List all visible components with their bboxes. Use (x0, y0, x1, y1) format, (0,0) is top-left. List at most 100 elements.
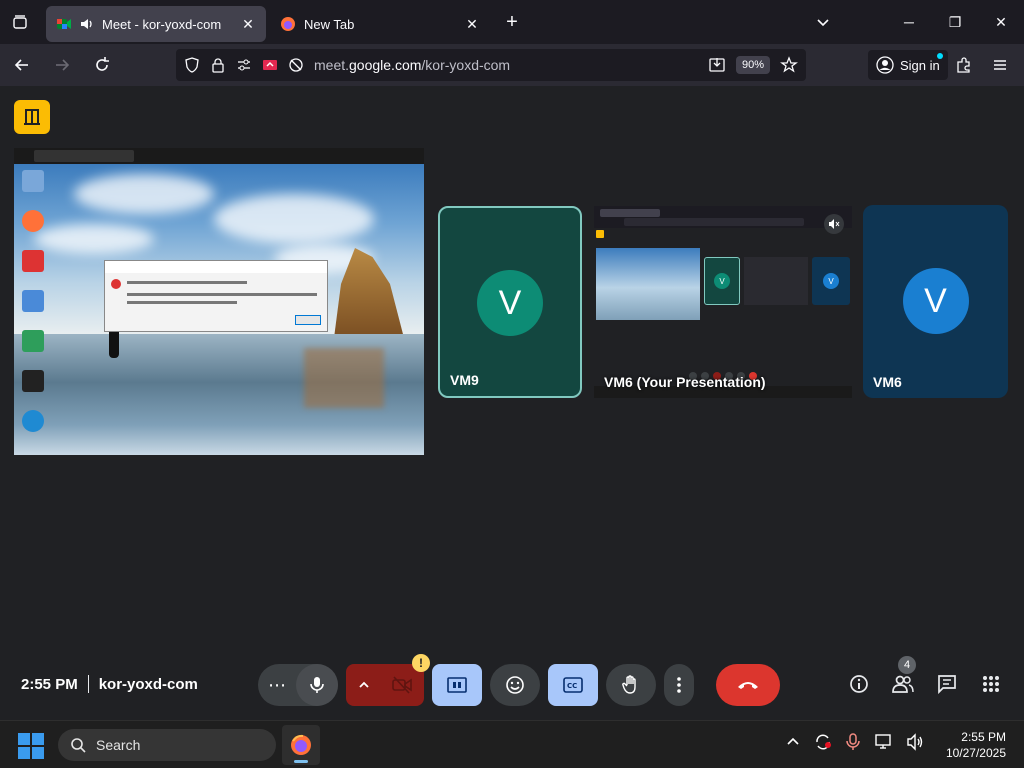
shared-search-box (34, 150, 134, 162)
audio-settings-more-icon[interactable]: ⋯ (258, 664, 296, 706)
screen-sharing-indicator-icon[interactable] (262, 57, 278, 73)
tabs-dropdown-chevron-icon[interactable] (808, 0, 838, 44)
close-window-icon[interactable]: ✕ (978, 0, 1024, 44)
network-icon[interactable] (874, 733, 892, 754)
system-tray (786, 733, 924, 754)
tab-title: New Tab (304, 16, 355, 32)
camera-control-group: ! (346, 654, 430, 706)
close-tab-icon[interactable]: ✕ (240, 16, 256, 32)
screen-share-tile[interactable] (14, 148, 424, 455)
microphone-in-use-icon[interactable] (846, 733, 860, 754)
present-now-button[interactable] (432, 664, 482, 706)
app-icon (22, 250, 44, 272)
url-bar[interactable]: meet.google.com/kor-yoxd-com 90% (176, 49, 806, 81)
shared-error-dialog (104, 260, 328, 332)
windows-taskbar: Search 2:55 PM 10/27/2025 (0, 720, 1024, 768)
taskbar-search-box[interactable]: Search (58, 729, 276, 761)
tracking-protection-shield-icon[interactable] (184, 57, 200, 73)
svg-text:CC: CC (567, 682, 577, 690)
wallpaper-runner (109, 328, 119, 358)
sign-in-button[interactable]: Sign in (868, 50, 948, 80)
hamburger-menu-icon[interactable] (984, 50, 1016, 80)
presentation-tile[interactable]: VM6 (Your Presentation) (594, 206, 852, 398)
recycle-bin-icon (22, 170, 44, 192)
participant-name: VM9 (450, 372, 479, 388)
dialog-ok-button (295, 315, 321, 325)
close-tab-icon[interactable]: ✕ (464, 16, 480, 32)
chat-icon[interactable] (928, 663, 966, 705)
raise-hand-icon[interactable] (606, 664, 656, 706)
participant-name: VM6 (Your Presentation) (604, 374, 766, 390)
firefox-favicon-icon (281, 17, 295, 31)
meet-companion-icon[interactable] (14, 100, 50, 134)
browser-tab-bar: Meet - kor-yoxd-com ✕ New Tab ✕ + ─ ❐ ✕ (0, 0, 1024, 44)
edge-icon (22, 410, 44, 432)
new-tab-button[interactable]: + (496, 6, 528, 38)
activities-grid-icon[interactable] (972, 663, 1010, 705)
participant-name: VM6 (873, 374, 902, 390)
google-meet-favicon-icon (57, 19, 71, 29)
search-label: Search (96, 737, 141, 753)
show-hidden-icons-chevron-icon[interactable] (786, 735, 800, 752)
tab-new-tab[interactable]: New Tab ✕ (270, 6, 490, 42)
emoji-reaction-icon[interactable] (490, 664, 540, 706)
tab-list-icon (13, 15, 27, 29)
app-icon (22, 370, 44, 392)
avatar: V (477, 270, 543, 336)
taskbar-clock[interactable]: 2:55 PM 10/27/2025 (946, 729, 1006, 761)
wallpaper-reflection (304, 348, 384, 408)
minimize-icon[interactable]: ─ (886, 0, 932, 44)
windows-start-icon[interactable] (18, 733, 44, 759)
mirrored-presentation (744, 257, 808, 305)
firefox-icon (22, 210, 44, 232)
participant-count-badge: 4 (898, 656, 916, 674)
meeting-time: 2:55 PM (21, 675, 78, 693)
zoom-level-badge[interactable]: 90% (735, 56, 770, 74)
shared-desktop-icons (18, 170, 48, 432)
meeting-info-icon[interactable] (840, 663, 878, 705)
captions-icon[interactable]: CC (548, 664, 598, 706)
url-text: meet.google.com/kor-yoxd-com (314, 57, 511, 73)
list-all-tabs-button[interactable] (0, 0, 40, 44)
permissions-icon[interactable] (236, 57, 252, 73)
call-controls: ⋯ ! CC (258, 654, 780, 707)
app-icon (22, 290, 44, 312)
mirrored-vm9-tile (704, 257, 740, 305)
clock-time: 2:55 PM (961, 730, 1006, 744)
app-icon (22, 330, 44, 352)
restore-icon[interactable]: ❐ (932, 0, 978, 44)
sync-icon[interactable] (814, 733, 832, 754)
meeting-code: kor-yoxd-com (98, 675, 198, 693)
participant-tile-vm9[interactable]: V VM9 (438, 206, 582, 398)
bookmark-star-icon[interactable] (780, 56, 798, 74)
reload-icon[interactable] (84, 49, 120, 81)
leave-call-button[interactable] (716, 664, 780, 706)
camera-blocked-icon[interactable] (288, 57, 304, 73)
firefox-taskbar-icon[interactable] (282, 725, 320, 765)
microphone-icon[interactable] (296, 664, 338, 706)
volume-icon[interactable] (906, 733, 924, 754)
meeting-details: 2:55 PM kor-yoxd-com (21, 675, 198, 693)
muted-speaker-icon (824, 214, 844, 234)
search-icon (71, 738, 86, 753)
dialog-title (105, 261, 327, 273)
notification-dot (936, 53, 943, 59)
present-screen-icon (447, 677, 467, 693)
speaker-playing-icon[interactable] (80, 17, 94, 31)
forward-arrow-icon[interactable] (44, 49, 80, 81)
tab-title: Meet - kor-yoxd-com (102, 16, 222, 32)
clock-date: 10/27/2025 (945, 746, 1006, 760)
microphone-control-group: ⋯ (258, 664, 338, 706)
divider (87, 675, 89, 693)
camera-options-chevron-up-icon[interactable] (346, 664, 382, 706)
participant-tile-vm6[interactable]: V VM6 (863, 205, 1008, 398)
save-to-pocket-icon[interactable] (708, 56, 726, 74)
mirrored-screen-share (596, 248, 700, 320)
people-icon[interactable]: 4 (884, 656, 922, 705)
tab-meet[interactable]: Meet - kor-yoxd-com ✕ (46, 6, 266, 42)
lock-icon[interactable] (210, 57, 226, 73)
extensions-puzzle-icon[interactable] (948, 50, 980, 80)
more-options-vertical-icon[interactable] (664, 664, 694, 706)
window-controls: ─ ❐ ✕ (886, 0, 1024, 44)
back-arrow-icon[interactable] (4, 49, 40, 81)
